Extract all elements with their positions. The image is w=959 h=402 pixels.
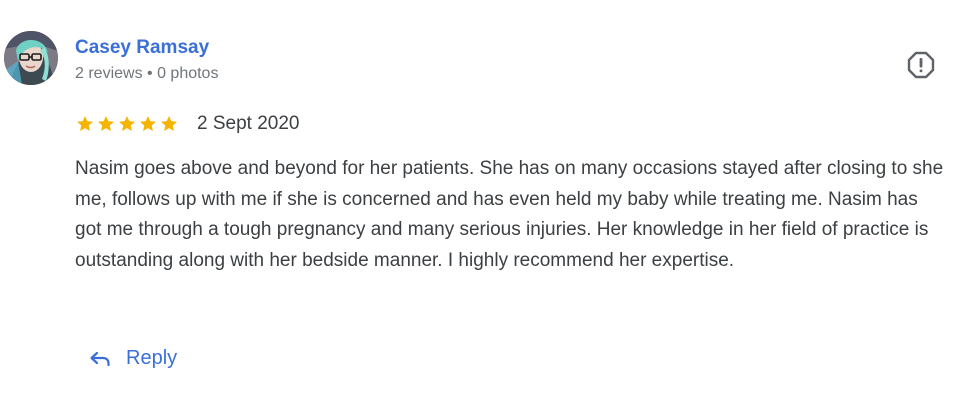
avatar-image (4, 31, 58, 85)
avatar[interactable] (4, 31, 58, 85)
reply-button[interactable]: Reply (80, 334, 185, 382)
author-name[interactable]: Casey Ramsay (75, 37, 218, 59)
star-icon (161, 116, 177, 131)
author-block: Casey Ramsay 2 reviews • 0 photos (75, 37, 218, 84)
reply-arrow-icon (90, 351, 110, 367)
reply-label: Reply (126, 347, 178, 369)
star-rating (75, 114, 179, 134)
rating-row: 2 Sept 2020 (75, 112, 299, 136)
author-meta: 2 reviews • 0 photos (75, 65, 219, 82)
star-icon (77, 116, 93, 131)
star-icon (140, 116, 156, 131)
review-text: Nasim goes above and beyond for her pati… (75, 158, 944, 271)
review-card: Casey Ramsay 2 reviews • 0 photos 2 Sept… (0, 0, 959, 402)
report-flag-icon (907, 51, 935, 79)
star-icon (98, 116, 114, 131)
report-review-button[interactable] (904, 48, 938, 82)
review-date: 2 Sept 2020 (197, 113, 300, 134)
star-icon (119, 116, 135, 131)
